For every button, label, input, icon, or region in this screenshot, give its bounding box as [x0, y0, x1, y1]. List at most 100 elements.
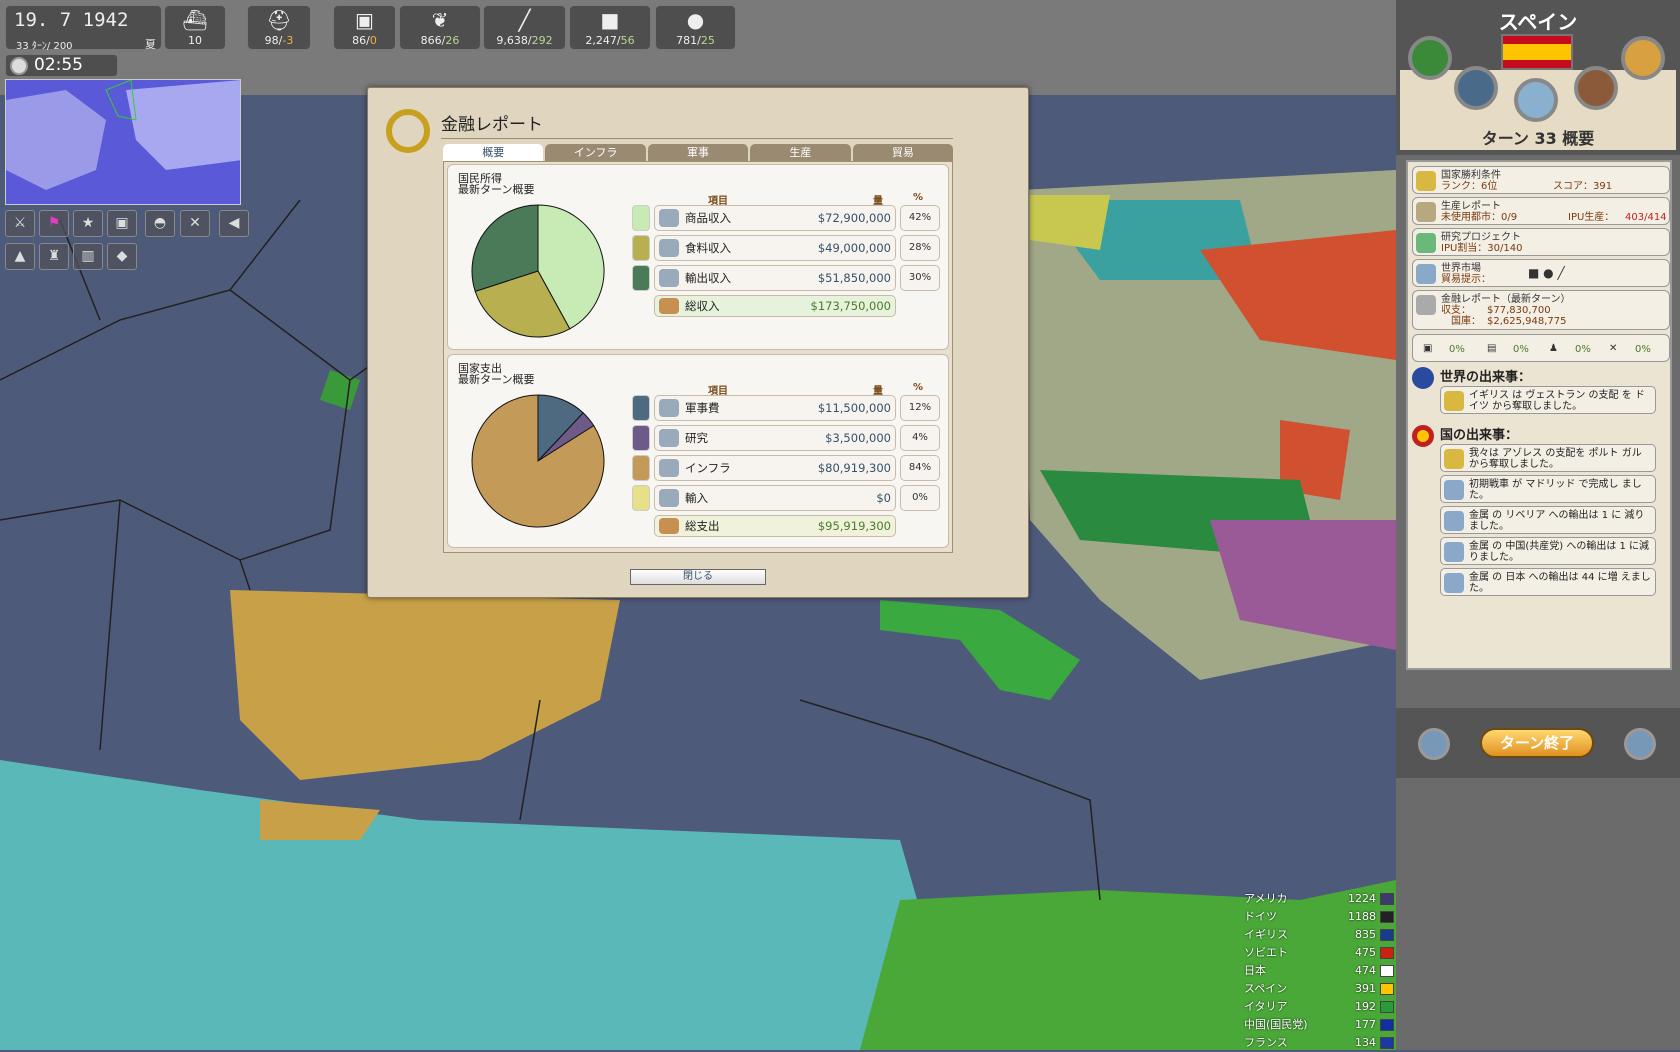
minimap[interactable] [5, 79, 241, 205]
score-rankings: アメリカ 1224 ドイツ 1188 イギリス 835 ソビエト 475 日本 474 スペイン 39… [1240, 890, 1396, 1052]
ranking-row[interactable]: スペイン 391 [1240, 980, 1396, 998]
event-text: 我々は アゾレス の支配を ポルト ガル から奪取しました。 [1469, 448, 1642, 470]
date-panel: 19. 7 1942 33 ﾀｰﾝ/ 200 夏 [5, 5, 162, 52]
tab-overview[interactable]: 概要 [443, 144, 544, 161]
scroll-icon[interactable] [1514, 78, 1558, 122]
nation-event[interactable]: 初期戦車 が マドリッド で完成し ました。 [1440, 475, 1656, 503]
resource-coal[interactable]: ■ 2,247/56 [569, 5, 651, 50]
end-turn-button[interactable]: ターン終了 [1480, 728, 1594, 758]
row-label: 輸出収入 [685, 271, 731, 285]
globe-icon[interactable] [1408, 36, 1452, 80]
country-flag-icon [1380, 983, 1394, 995]
load-icon[interactable] [1624, 728, 1656, 760]
ranking-row[interactable]: ドイツ 1188 [1240, 908, 1396, 926]
building-icon[interactable]: ▥ [73, 243, 103, 270]
resource-delta: 26 [445, 34, 460, 47]
row-pct: 4% [900, 425, 940, 451]
victory-conditions[interactable]: 国家勝利条件 ランク：6位 スコア：391 [1412, 166, 1670, 194]
nation-events-title: 国の出来事： [1440, 428, 1519, 443]
toaster-icon: ▣ [355, 8, 374, 32]
world-market[interactable]: 世界市場 貿易提示： ■ ● ╱ [1412, 259, 1670, 287]
balance-label: 収支： [1441, 305, 1471, 316]
right-panel: スペイン ターン 33 概要 国家勝利条件 ランク：6位 スコア：391 生産レポー… [1396, 0, 1680, 1050]
country-score: 475 [1355, 946, 1376, 959]
tab-infrastructure[interactable]: インフラ [545, 144, 646, 161]
oil-drop-icon: ● [686, 8, 705, 32]
collapse-icon[interactable]: ◀ [219, 210, 249, 237]
country-flag-icon [1380, 1019, 1394, 1031]
resource-ships[interactable]: ⛴ 10 [164, 5, 226, 50]
ipu-value: 403/414 [1625, 212, 1667, 223]
ranking-row[interactable]: 中国(国民党) 177 [1240, 1016, 1396, 1034]
event-text: 初期戦車 が マドリッド で完成し ました。 [1469, 479, 1642, 501]
tank-icon[interactable]: ◓ [145, 210, 175, 237]
steel-beam-icon: ╱ [518, 8, 531, 32]
artillery-icon[interactable]: ✕ [180, 210, 210, 237]
terrain-icon[interactable]: ▲ [5, 243, 35, 270]
tab-trade[interactable]: 貿易 [852, 144, 954, 161]
flag-icon[interactable]: ⚑ [39, 210, 69, 237]
finance-report-dialog: 金融レポート 概要 インフラ 軍事 生産 貿易 国民所得 最新ターン概要 項目量% 商… [367, 87, 1029, 598]
country-name: ソビエト [1244, 946, 1288, 959]
nation-event[interactable]: 我々は アゾレス の支配を ポルト ガル から奪取しました。 [1440, 444, 1656, 472]
nation-event[interactable]: 金属 の リベリア への輸出は 1 に 減りました。 [1440, 506, 1656, 534]
ipu-allocation: IPU割当：30/140 [1441, 243, 1523, 254]
legend-swatch [632, 485, 650, 511]
ranking-row[interactable]: アメリカ 1224 [1240, 890, 1396, 908]
country-name: アメリカ [1244, 892, 1288, 905]
label: 国家勝利条件 [1441, 170, 1501, 181]
crossed-swords-icon[interactable] [1454, 66, 1498, 110]
finance-report[interactable]: 金融レポート（最新ターン） 収支： $77,830,700 国庫： $2,625,948… [1412, 290, 1670, 330]
supply-icon[interactable]: ◆ [107, 243, 137, 270]
swords-icon[interactable]: ⚔ [5, 210, 35, 237]
tab-military[interactable]: 軍事 [647, 144, 749, 161]
column-icon[interactable] [1574, 66, 1618, 110]
resource-metal[interactable]: ╱ 9,638/292 [483, 5, 566, 50]
total-label: 総支出 [685, 519, 720, 533]
trade-offers: 貿易提示： [1441, 274, 1491, 285]
pct: 0% [1449, 344, 1465, 355]
pct: 0% [1575, 344, 1591, 355]
spain-flag-icon [1501, 34, 1573, 70]
row-label: 研究 [685, 431, 708, 445]
total-label: 総収入 [685, 299, 720, 313]
tower-icon[interactable]: ♜ [39, 243, 69, 270]
balance: $77,830,700 [1487, 305, 1551, 316]
label: 世界市場 [1441, 263, 1481, 274]
trade-ship-icon [1444, 573, 1464, 593]
country-name: イギリス [1244, 928, 1288, 941]
factory-icon[interactable]: ▣ [107, 210, 137, 237]
ranking-row[interactable]: ソビエト 475 [1240, 944, 1396, 962]
turn-summary-title: ターン 33 概要 [1481, 129, 1595, 148]
nation-event[interactable]: 金属 の 日本 への輸出は 44 に増 えました。 [1440, 568, 1656, 596]
star-icon[interactable]: ★ [73, 210, 103, 237]
save-icon[interactable] [1418, 728, 1450, 760]
world-event[interactable]: イギリス は ヴェストラン の支配 を ドイツ から奪取しました。 [1440, 386, 1656, 414]
world-events-title: 世界の出来事： [1440, 370, 1532, 385]
total-cell: 総収入 $173,750,000 [654, 295, 896, 317]
money-bag-icon [659, 298, 679, 314]
ranking-row[interactable]: イタリア 192 [1240, 998, 1396, 1016]
heading-subtitle: 最新ターン概要 [458, 183, 535, 196]
row-icon [659, 399, 679, 417]
event-text: 金属 の 日本 への輸出は 44 に増 えました。 [1469, 572, 1651, 594]
gold-bars-icon[interactable] [1621, 36, 1665, 80]
row-label: 輸入 [685, 491, 708, 505]
row-cell: 軍事費 $11,500,000 [654, 395, 896, 421]
close-button[interactable]: 閉じる [630, 569, 766, 585]
tab-production[interactable]: 生産 [750, 144, 851, 161]
research-project[interactable]: 研究プロジェクト IPU割当：30/140 [1412, 228, 1670, 256]
wreath-icon [386, 109, 430, 153]
country-score: 192 [1355, 1000, 1376, 1013]
resource-goods[interactable]: ▣ 86/0 [333, 5, 396, 50]
row-pct: 30% [900, 265, 940, 291]
resource-oil[interactable]: ● 781/25 [655, 5, 736, 50]
ranking-row[interactable]: フランス 134 [1240, 1034, 1396, 1052]
resource-food[interactable]: ❦ 866/26 [399, 5, 481, 50]
production-report[interactable]: 生産レポート 未使用都市：0/9 IPU生産： 403/414 [1412, 197, 1670, 225]
legend-swatch [632, 235, 650, 261]
ranking-row[interactable]: 日本 474 [1240, 962, 1396, 980]
nation-event[interactable]: 金属 の 中国(共産党) への輸出は 1 に減りました。 [1440, 537, 1656, 565]
ranking-row[interactable]: イギリス 835 [1240, 926, 1396, 944]
resource-manpower[interactable]: ⛑ 98/-3 [247, 5, 311, 50]
